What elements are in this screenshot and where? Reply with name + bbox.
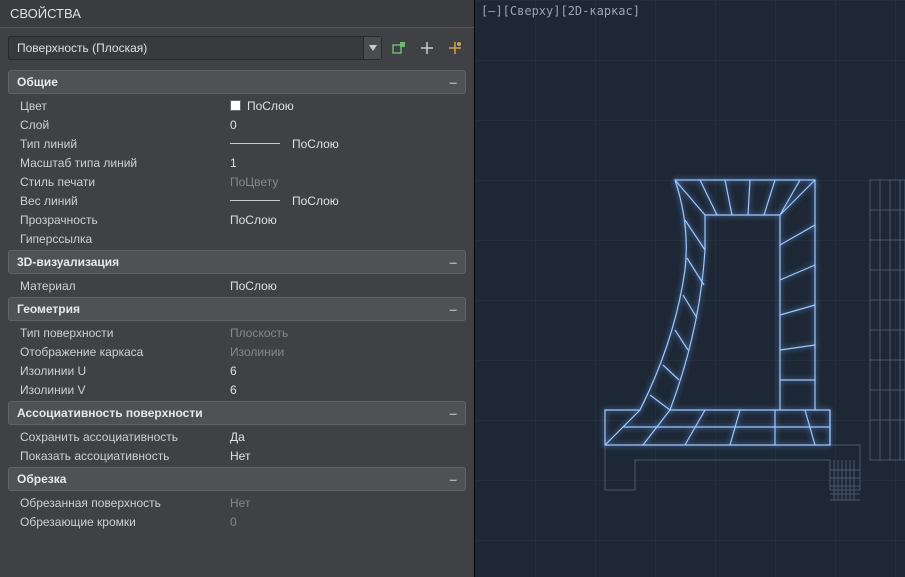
select-objects-icon[interactable]	[444, 37, 466, 59]
section-title: Геометрия	[17, 302, 80, 316]
object-type-dropdown[interactable]: Поверхность (Плоская)	[8, 36, 382, 60]
dropdown-toggle[interactable]	[363, 37, 381, 59]
collapse-icon: –	[449, 74, 457, 90]
dropdown-text: Поверхность (Плоская)	[9, 41, 363, 55]
prop-material[interactable]: Материал ПоСлою	[0, 276, 474, 295]
section-title: Общие	[17, 75, 58, 89]
prop-trim-edges[interactable]: Обрезающие кромки 0	[0, 512, 474, 531]
section-title: Ассоциативность поверхности	[17, 406, 203, 420]
lineweight-preview	[230, 200, 280, 201]
section-associativity[interactable]: Ассоциативность поверхности –	[8, 401, 466, 425]
drawing-viewport[interactable]: [–][Сверху][2D-каркас]	[475, 0, 905, 577]
collapse-icon: –	[449, 301, 457, 317]
toggle-pim-icon[interactable]	[388, 37, 410, 59]
linetype-preview	[230, 143, 280, 144]
section-title: Обрезка	[17, 472, 66, 486]
prop-plotstyle[interactable]: Стиль печати ПоЦвету	[0, 172, 474, 191]
section-trim[interactable]: Обрезка –	[8, 467, 466, 491]
color-swatch	[230, 100, 241, 111]
prop-trimmed[interactable]: Обрезанная поверхность Нет	[0, 493, 474, 512]
prop-keep-assoc[interactable]: Сохранить ассоциативность Да	[0, 427, 474, 446]
prop-ltscale[interactable]: Масштаб типа линий 1	[0, 153, 474, 172]
collapse-icon: –	[449, 405, 457, 421]
section-geometry[interactable]: Геометрия –	[8, 297, 466, 321]
prop-linetype[interactable]: Тип линий ПоСлою	[0, 134, 474, 153]
prop-isou[interactable]: Изолинии U 6	[0, 361, 474, 380]
prop-wireframe[interactable]: Отображение каркаса Изолинии	[0, 342, 474, 361]
prop-isov[interactable]: Изолинии V 6	[0, 380, 474, 399]
prop-transparency[interactable]: Прозрачность ПоСлою	[0, 210, 474, 229]
panel-title: СВОЙСТВА	[0, 0, 474, 28]
prop-surftype[interactable]: Тип поверхности Плоскость	[0, 323, 474, 342]
section-3dvisual[interactable]: 3D-визуализация –	[8, 250, 466, 274]
properties-panel: СВОЙСТВА Поверхность (Плоская) Общие – Ц…	[0, 0, 475, 577]
quick-select-icon[interactable]	[416, 37, 438, 59]
drawing-canvas	[475, 0, 905, 577]
prop-hyperlink[interactable]: Гиперссылка	[0, 229, 474, 248]
toolbar: Поверхность (Плоская)	[0, 28, 474, 68]
prop-layer[interactable]: Слой 0	[0, 115, 474, 134]
section-general[interactable]: Общие –	[8, 70, 466, 94]
collapse-icon: –	[449, 254, 457, 270]
prop-lineweight[interactable]: Вес линий ПоСлою	[0, 191, 474, 210]
prop-show-assoc[interactable]: Показать ассоциативность Нет	[0, 446, 474, 465]
collapse-icon: –	[449, 471, 457, 487]
section-title: 3D-визуализация	[17, 255, 119, 269]
prop-color[interactable]: Цвет ПоСлою	[0, 96, 474, 115]
